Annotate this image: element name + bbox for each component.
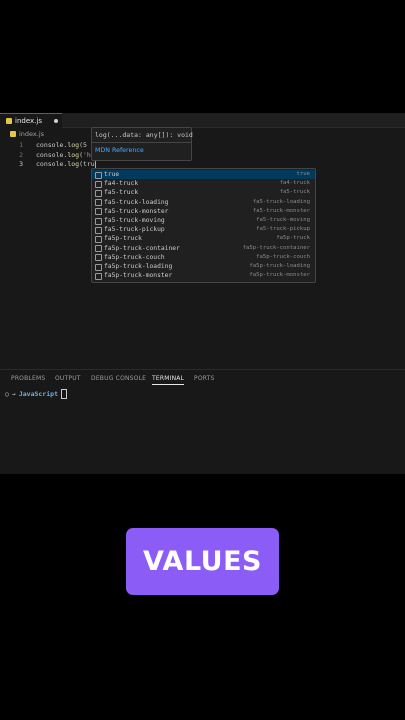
- symbol-icon: [95, 180, 102, 188]
- code-token: console.: [36, 151, 68, 159]
- suggestion-label: fa5p-truck-container: [104, 244, 180, 252]
- code-token: log: [67, 151, 80, 159]
- suggestion-label: true: [104, 171, 120, 178]
- suggestion-detail: fa5p-truck-couch: [256, 253, 310, 260]
- symbol-icon: [95, 272, 102, 280]
- suggestion-detail: fa5p-truck-loading: [249, 263, 310, 269]
- suggestion-item[interactable]: fa4-truck fa4-truck: [92, 179, 315, 188]
- values-banner: VALUES: [126, 528, 279, 595]
- suggestion-label: fa5p-truck-couch: [104, 253, 165, 261]
- suggestion-item[interactable]: fa5p-truck-container fa5p-truck-container: [92, 244, 315, 253]
- tab-bar: index.js: [0, 113, 405, 128]
- symbol-icon: [95, 199, 102, 207]
- suggestion-label: fa5-truck-loading: [104, 198, 169, 206]
- suggestion-detail: fa5-truck-pickup: [256, 226, 310, 233]
- suggestion-label: fa5p-truck: [104, 235, 142, 243]
- symbol-icon: [95, 189, 102, 197]
- code-token: log: [67, 141, 80, 149]
- function-signature: log(...data: any[]): void: [95, 131, 193, 139]
- panel-tab-ports[interactable]: PORTS: [194, 375, 215, 382]
- suggestion-item[interactable]: fa5p-truck-couch fa5p-truck-couch: [92, 253, 315, 262]
- suggestion-item[interactable]: fa5p-truck fa5p-truck: [92, 234, 315, 243]
- panel-tab-output[interactable]: OUTPUT: [55, 375, 81, 382]
- code-line[interactable]: 1 console.log(5 =: [0, 140, 405, 150]
- symbol-icon: [95, 263, 102, 271]
- terminal-cwd: JavaScript: [18, 390, 58, 398]
- code-token: (tru: [79, 160, 95, 168]
- symbol-icon: [95, 245, 102, 253]
- line-number: 3: [19, 160, 23, 168]
- suggestion-detail: fa4-truck: [279, 180, 310, 187]
- suggestion-item[interactable]: fa5-truck fa5-truck: [92, 188, 315, 197]
- symbol-icon: [95, 226, 102, 234]
- panel-tab-problems[interactable]: PROBLEMS: [11, 375, 45, 382]
- code-token: console.: [36, 160, 68, 168]
- panel-tab-terminal[interactable]: TERMINAL: [152, 375, 185, 385]
- suggestion-detail: fa5-truck-monster: [252, 207, 310, 214]
- tooltip-divider: [92, 142, 191, 143]
- suggestion-item[interactable]: true true: [92, 170, 315, 180]
- symbol-icon: [95, 217, 102, 225]
- banner-text: VALUES: [142, 546, 262, 577]
- line-number: 1: [19, 141, 23, 149]
- terminal-prompt[interactable]: ○ → JavaScript: [5, 389, 67, 399]
- suggestion-list: true true fa4-truck fa4-truck fa5-truck fa5-t…: [91, 168, 316, 283]
- suggestion-detail: fa5p-truck-monster: [249, 272, 310, 279]
- suggestion-item[interactable]: fa5p-truck-monster fa5p-truck-monster: [92, 271, 315, 280]
- suggestion-label: fa5p-truck-loading: [104, 263, 173, 270]
- panel-tab-debug-console[interactable]: DEBUG CONSOLE: [91, 375, 146, 382]
- symbol-icon: [95, 235, 102, 243]
- modified-dot-icon: [54, 119, 58, 123]
- suggestion-label: fa5-truck-moving: [104, 217, 165, 224]
- suggestion-item[interactable]: fa5-truck-monster fa5-truck-monster: [92, 207, 315, 216]
- terminal-cursor: [60, 389, 67, 399]
- hover-tooltip: log(...data: any[]): void MDN Reference: [91, 127, 193, 161]
- suggestion-label: fa5p-truck-monster: [104, 272, 173, 280]
- arrow-icon: →: [11, 390, 16, 398]
- mdn-reference-link[interactable]: MDN Reference: [95, 147, 144, 154]
- suggestion-label: fa4-truck: [104, 180, 139, 188]
- terminal-prompt-icon: ○: [5, 390, 9, 398]
- js-file-icon: [6, 118, 12, 124]
- suggestion-item[interactable]: fa5-truck-moving fa5-truck-moving: [92, 216, 315, 225]
- breadcrumb[interactable]: index.js: [0, 129, 405, 139]
- code-token: log: [67, 160, 80, 168]
- suggestion-detail: fa5p-truck: [276, 235, 310, 242]
- suggestion-item[interactable]: fa5-truck-loading fa5-truck-loading: [92, 198, 315, 207]
- code-token: console.: [36, 141, 68, 149]
- tab-index-js[interactable]: index.js: [0, 113, 62, 128]
- suggestion-label: fa5-truck-monster: [104, 207, 169, 215]
- suggestion-item[interactable]: fa5p-truck-loading fa5p-truck-loading: [92, 262, 315, 271]
- text-cursor: [94, 160, 96, 168]
- suggestion-detail: fa5-truck-moving: [256, 217, 310, 223]
- suggestion-item[interactable]: fa5-truck-pickup fa5-truck-pickup: [92, 225, 315, 234]
- suggestion-label: fa5-truck-pickup: [104, 226, 165, 234]
- suggestion-detail: true: [296, 171, 310, 177]
- suggestion-label: fa5-truck: [104, 189, 139, 197]
- suggestion-detail: fa5-truck: [279, 189, 310, 196]
- symbol-icon: [95, 171, 102, 179]
- symbol-icon: [95, 208, 102, 216]
- breadcrumb-file[interactable]: index.js: [19, 130, 44, 138]
- suggestion-detail: fa5-truck-loading: [252, 198, 310, 205]
- tab-label: index.js: [15, 117, 42, 125]
- symbol-icon: [95, 254, 102, 262]
- js-file-icon: [10, 131, 16, 137]
- suggestion-detail: fa5p-truck-container: [242, 244, 310, 251]
- bottom-panel: PROBLEMS OUTPUT DEBUG CONSOLE TERMINAL P…: [0, 369, 405, 474]
